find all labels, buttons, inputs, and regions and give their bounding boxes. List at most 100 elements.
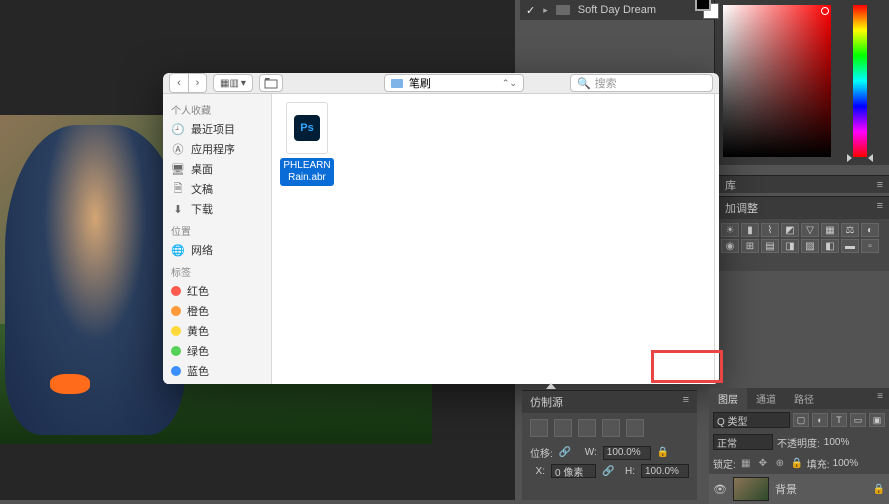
sidebar-tag-orange[interactable]: 橙色 bbox=[163, 301, 271, 321]
adjustments-panel: 加调整 ≡ ☀ ▮ ⌇ ◩ ▽ ▦ ⚖ ◐ ◉ ⊞ ▤ ◨ ▨ ◧ ▬ ▫ bbox=[719, 196, 889, 271]
file-browser-area[interactable]: Ps PHLEARNRain.abr bbox=[272, 94, 715, 384]
x-input[interactable] bbox=[551, 464, 596, 478]
dot-icon bbox=[171, 286, 181, 296]
layer-group-name: Soft Day Dream bbox=[578, 4, 656, 16]
lock-artboard-icon[interactable]: ⊕ bbox=[773, 458, 787, 470]
threshold-icon[interactable]: ◧ bbox=[821, 239, 839, 253]
tab-channels[interactable]: 通道 bbox=[747, 388, 785, 409]
clone-source-2[interactable] bbox=[554, 419, 572, 437]
color-field[interactable] bbox=[723, 5, 831, 157]
w-input[interactable] bbox=[603, 446, 651, 460]
selective-color-icon[interactable]: ▫ bbox=[861, 239, 879, 253]
clone-source-header: 仿制源 bbox=[530, 394, 563, 410]
clone-source-5[interactable] bbox=[626, 419, 644, 437]
sidebar-tag-green[interactable]: 绿色 bbox=[163, 341, 271, 361]
lock-position-icon[interactable]: ✥ bbox=[756, 458, 770, 470]
channel-mixer-icon[interactable]: ⊞ bbox=[741, 239, 759, 253]
folder-icon bbox=[391, 79, 403, 88]
fill-value[interactable]: 100% bbox=[833, 458, 859, 469]
search-input[interactable]: 🔍 搜索 bbox=[570, 74, 713, 92]
h-label: H: bbox=[620, 466, 635, 477]
sidebar-tag-yellow[interactable]: 黄色 bbox=[163, 321, 271, 341]
clock-icon: 🕘 bbox=[171, 123, 185, 135]
dot-icon bbox=[171, 306, 181, 316]
bw-icon[interactable]: ◐ bbox=[861, 223, 879, 237]
vibrance-icon[interactable]: ▽ bbox=[801, 223, 819, 237]
gradient-map-icon[interactable]: ▬ bbox=[841, 239, 859, 253]
filter-type-select[interactable]: Q 类型 bbox=[713, 412, 790, 428]
tab-paths[interactable]: 路径 bbox=[785, 388, 823, 409]
filter-shape-icon[interactable]: ▭ bbox=[850, 413, 866, 427]
clone-source-3[interactable] bbox=[578, 419, 596, 437]
blend-mode-select[interactable]: 正常 bbox=[713, 434, 773, 450]
search-placeholder: 搜索 bbox=[595, 75, 617, 91]
document-icon: 🗎 bbox=[171, 183, 185, 195]
panel-menu-icon[interactable]: ≡ bbox=[683, 394, 689, 410]
visibility-check-icon[interactable]: ✓ bbox=[526, 4, 535, 17]
ps-badge-icon: Ps bbox=[294, 115, 320, 141]
color-lookup-icon[interactable]: ▤ bbox=[761, 239, 779, 253]
sidebar-item-network[interactable]: 🌐网络 bbox=[163, 240, 271, 260]
panel-menu-icon[interactable]: ≡ bbox=[877, 200, 883, 216]
view-mode-button[interactable]: ▦▥▾ bbox=[213, 74, 253, 92]
panel-title: 库 bbox=[725, 177, 736, 193]
sidebar-item-applications[interactable]: Ⓐ应用程序 bbox=[163, 139, 271, 159]
layer-name: 背景 bbox=[775, 481, 797, 497]
panel-menu-icon[interactable]: ≡ bbox=[877, 179, 883, 191]
color-balance-icon[interactable]: ⚖ bbox=[841, 223, 859, 237]
file-thumbnail: Ps bbox=[286, 102, 328, 154]
search-icon: 🔍 bbox=[577, 77, 591, 90]
sidebar-tag-red[interactable]: 红色 bbox=[163, 281, 271, 301]
invert-icon[interactable]: ◨ bbox=[781, 239, 799, 253]
photo-filter-icon[interactable]: ◉ bbox=[721, 239, 739, 253]
lock-pixels-icon[interactable]: ▦ bbox=[739, 458, 753, 470]
sidebar-tag-blue[interactable]: 蓝色 bbox=[163, 361, 271, 381]
opacity-label: 不透明度: bbox=[777, 435, 820, 450]
lock-all-icon[interactable]: 🔒 bbox=[790, 458, 804, 470]
exposure-icon[interactable]: ◩ bbox=[781, 223, 799, 237]
sidebar-item-desktop[interactable]: 🖥桌面 bbox=[163, 159, 271, 179]
filter-adjust-icon[interactable]: ◐ bbox=[812, 413, 828, 427]
link-icon[interactable]: 🔗 bbox=[602, 464, 614, 478]
sidebar-item-downloads[interactable]: ⬇下载 bbox=[163, 199, 271, 219]
filter-type-icon[interactable]: T bbox=[831, 413, 847, 427]
sidebar-item-documents[interactable]: 🗎文稿 bbox=[163, 179, 271, 199]
sidebar-item-recents[interactable]: 🕘最近项目 bbox=[163, 119, 271, 139]
levels-icon[interactable]: ▮ bbox=[741, 223, 759, 237]
color-panel bbox=[714, 0, 889, 165]
back-button[interactable]: ‹ bbox=[170, 74, 188, 92]
h-input[interactable] bbox=[641, 464, 689, 478]
lock-label: 锁定: bbox=[713, 456, 736, 471]
desktop-icon: 🖥 bbox=[171, 163, 185, 175]
clone-source-4[interactable] bbox=[602, 419, 620, 437]
hue-sat-icon[interactable]: ▦ bbox=[821, 223, 839, 237]
group-button[interactable] bbox=[259, 74, 283, 92]
layers-panel: 图层 通道 路径 ≡ Q 类型 ▢ ◐ T ▭ ▣ 正常 不透明度: 100% … bbox=[709, 388, 889, 500]
file-open-dialog: ‹ › ▦▥▾ 笔刷 ⌃⌄ 🔍 搜索 个人收藏 🕘最近项目 Ⓐ应用程序 🖥桌面 … bbox=[163, 73, 719, 384]
file-item[interactable]: Ps PHLEARNRain.abr bbox=[280, 102, 334, 186]
folder-name: 笔刷 bbox=[409, 75, 431, 91]
panel-menu-icon[interactable]: ≡ bbox=[871, 388, 889, 409]
tab-layers[interactable]: 图层 bbox=[709, 388, 747, 409]
hue-slider[interactable] bbox=[853, 5, 867, 157]
adjustments-header: 加调整 bbox=[725, 200, 758, 216]
forward-button[interactable]: › bbox=[188, 74, 206, 92]
filter-image-icon[interactable]: ▢ bbox=[793, 413, 809, 427]
lock-icon[interactable]: 🔒 bbox=[657, 446, 669, 460]
libraries-panel-collapsed[interactable]: 库 ≡ bbox=[719, 175, 889, 193]
foreground-color-swatch[interactable] bbox=[695, 0, 711, 11]
filter-smart-icon[interactable]: ▣ bbox=[869, 413, 885, 427]
dot-icon bbox=[171, 366, 181, 376]
fill-label: 填充: bbox=[807, 456, 830, 471]
folder-dropdown[interactable]: 笔刷 ⌃⌄ bbox=[384, 74, 524, 92]
posterize-icon[interactable]: ▨ bbox=[801, 239, 819, 253]
lock-icon[interactable]: 🔒 bbox=[873, 484, 885, 495]
chevron-right-icon[interactable]: ▸ bbox=[543, 5, 548, 16]
curves-icon[interactable]: ⌇ bbox=[761, 223, 779, 237]
brightness-icon[interactable]: ☀ bbox=[721, 223, 739, 237]
link-icon[interactable]: 🔗 bbox=[559, 446, 571, 460]
chevron-updown-icon: ⌃⌄ bbox=[502, 78, 517, 89]
opacity-value[interactable]: 100% bbox=[824, 437, 850, 448]
visibility-eye-icon[interactable]: 👁 bbox=[713, 483, 727, 496]
clone-source-1[interactable] bbox=[530, 419, 548, 437]
